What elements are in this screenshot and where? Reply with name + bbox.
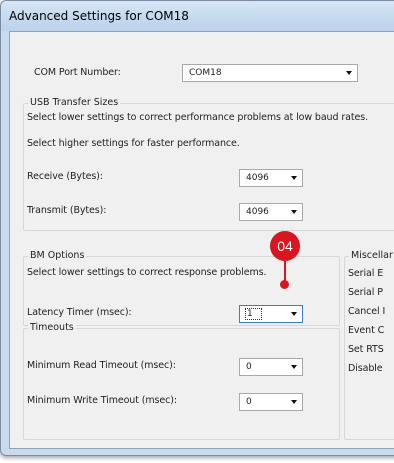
transmit-label: Transmit (Bytes): [27, 205, 107, 216]
usb-desc-higher: Select higher settings for faster perfor… [27, 138, 240, 149]
callout-pointer-dot [280, 280, 289, 289]
misc-item: Serial P [348, 287, 383, 298]
step-callout-badge: 04 [270, 231, 300, 261]
receive-label: Receive (Bytes): [27, 171, 103, 182]
write-timeout-value: 0 [246, 397, 252, 407]
timeouts-title: Timeouts [28, 322, 76, 333]
latency-value: 1 [245, 308, 262, 320]
chevron-down-icon [291, 365, 297, 369]
chevron-down-icon [291, 312, 297, 316]
misc-options-title: Miscellar [349, 250, 394, 261]
transmit-select[interactable]: 4096 [239, 203, 303, 221]
usb-transfer-title: USB Transfer Sizes [28, 97, 121, 108]
com-port-value: COM18 [189, 68, 222, 78]
misc-item: Serial E [348, 268, 384, 279]
chevron-down-icon [346, 71, 352, 75]
read-timeout-select[interactable]: 0 [239, 358, 303, 376]
chevron-down-icon [291, 176, 297, 180]
com-port-label: COM Port Number: [34, 67, 121, 78]
advanced-settings-window: Advanced Settings for COM18 COM Port Num… [0, 0, 394, 456]
usb-desc-lower: Select lower settings to correct perform… [27, 112, 368, 123]
dialog-client-area: COM Port Number: COM18 USB Transfer Size… [9, 31, 394, 449]
receive-select[interactable]: 4096 [239, 169, 303, 187]
com-port-select[interactable]: COM18 [182, 64, 358, 82]
chevron-down-icon [291, 210, 297, 214]
timeouts-group: Timeouts [23, 322, 340, 440]
misc-item: Cancel I [348, 306, 386, 317]
latency-select[interactable]: 1 [239, 305, 303, 323]
read-timeout-label: Minimum Read Timeout (msec): [27, 360, 176, 371]
write-timeout-label: Minimum Write Timeout (msec): [27, 395, 177, 406]
transmit-value: 4096 [246, 207, 269, 217]
window-title: Advanced Settings for COM18 [1, 1, 394, 31]
misc-item: Set RTS [348, 344, 384, 355]
bm-options-title: BM Options [28, 250, 87, 261]
write-timeout-select[interactable]: 0 [239, 393, 303, 411]
latency-label: Latency Timer (msec): [27, 307, 132, 318]
receive-value: 4096 [246, 173, 269, 183]
bm-desc: Select lower settings to correct respons… [27, 267, 267, 278]
misc-item: Disable [348, 363, 383, 374]
read-timeout-value: 0 [246, 362, 252, 372]
chevron-down-icon [291, 400, 297, 404]
misc-item: Event C [348, 325, 385, 336]
